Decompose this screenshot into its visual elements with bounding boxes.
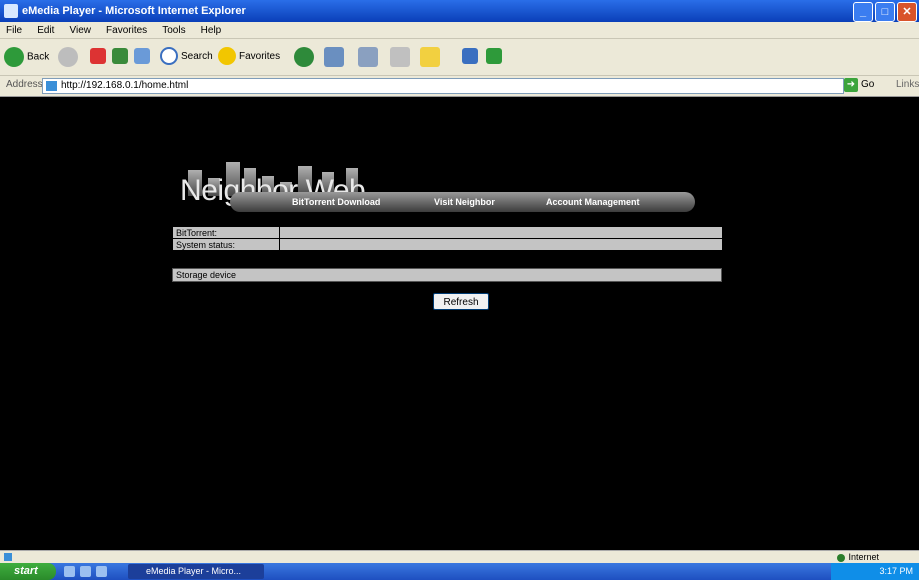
show-desktop-icon[interactable] bbox=[64, 566, 75, 577]
nav-bittorrent-download[interactable]: BitTorrent Download bbox=[292, 192, 380, 212]
menu-file[interactable]: File bbox=[6, 25, 22, 36]
refresh-page-button[interactable] bbox=[112, 47, 131, 67]
folder-icon bbox=[420, 47, 440, 67]
media-icon bbox=[462, 48, 478, 65]
ie-icon bbox=[4, 4, 18, 18]
folder-button[interactable] bbox=[420, 47, 443, 67]
stop-button[interactable] bbox=[90, 47, 109, 67]
back-arrow-icon bbox=[4, 47, 24, 67]
ie-quicklaunch-icon[interactable] bbox=[80, 566, 91, 577]
clock: 3:17 PM bbox=[879, 566, 913, 576]
taskbar-app-button[interactable]: eMedia Player - Micro... bbox=[128, 564, 264, 579]
media-button[interactable] bbox=[462, 47, 481, 67]
maximize-button[interactable]: □ bbox=[875, 2, 895, 22]
address-bar: Address http://192.168.0.1/home.html ➜ Go… bbox=[0, 76, 919, 97]
forward-button[interactable] bbox=[58, 47, 81, 67]
window-title-bar[interactable]: eMedia Player - Microsoft Internet Explo… bbox=[0, 0, 919, 22]
home-icon bbox=[134, 48, 150, 65]
refresh-button[interactable]: Refresh bbox=[433, 293, 489, 310]
search-button[interactable]: Search bbox=[160, 47, 213, 67]
quick-launch bbox=[64, 566, 107, 577]
history-button[interactable] bbox=[294, 47, 317, 67]
page-content: Neighbor Web BitTorrent Download Visit N… bbox=[8, 97, 911, 546]
messenger-button[interactable] bbox=[486, 47, 505, 67]
system-status-label: System status: bbox=[172, 238, 280, 251]
close-button[interactable]: ✕ bbox=[897, 2, 917, 22]
address-input[interactable]: http://192.168.0.1/home.html bbox=[42, 78, 844, 94]
print-icon bbox=[358, 47, 378, 67]
status-bar: Internet bbox=[0, 550, 919, 563]
mail-button[interactable] bbox=[324, 47, 347, 67]
menu-view[interactable]: View bbox=[69, 25, 91, 36]
stop-icon bbox=[90, 48, 106, 65]
page-icon bbox=[46, 81, 57, 91]
bittorrent-value bbox=[279, 226, 723, 239]
menu-bar: File Edit View Favorites Tools Help bbox=[0, 22, 919, 39]
search-icon bbox=[160, 47, 178, 66]
nav-visit-neighbor[interactable]: Visit Neighbor bbox=[434, 192, 495, 212]
security-zone: Internet bbox=[837, 551, 879, 563]
main-nav: BitTorrent Download Visit Neighbor Accou… bbox=[230, 192, 695, 212]
edit-icon bbox=[390, 47, 410, 67]
address-url: http://192.168.0.1/home.html bbox=[61, 80, 189, 91]
media-quicklaunch-icon[interactable] bbox=[96, 566, 107, 577]
minimize-button[interactable]: _ bbox=[853, 2, 873, 22]
internet-zone-icon bbox=[837, 553, 846, 562]
browser-toolbar: Back Search Favorites bbox=[0, 39, 919, 76]
go-button[interactable]: ➜ Go bbox=[844, 78, 874, 92]
go-arrow-icon: ➜ bbox=[844, 78, 858, 92]
menu-help[interactable]: Help bbox=[201, 25, 222, 36]
mail-icon bbox=[324, 47, 344, 67]
storage-device-row: Storage device bbox=[172, 268, 722, 282]
table-row: System status: bbox=[172, 238, 723, 251]
menu-tools[interactable]: Tools bbox=[162, 25, 185, 36]
history-icon bbox=[294, 47, 314, 67]
links-button[interactable]: Links bbox=[896, 79, 919, 90]
taskbar: start eMedia Player - Micro... 3:17 PM bbox=[0, 563, 919, 580]
start-button[interactable]: start bbox=[0, 563, 56, 580]
table-row: BitTorrent: bbox=[172, 226, 723, 239]
messenger-icon bbox=[486, 48, 502, 65]
favorites-button[interactable]: Favorites bbox=[218, 47, 280, 67]
bittorrent-label: BitTorrent: bbox=[172, 226, 280, 239]
menu-edit[interactable]: Edit bbox=[37, 25, 54, 36]
page-status-icon bbox=[4, 553, 12, 561]
address-label: Address bbox=[6, 79, 43, 90]
star-icon bbox=[218, 47, 236, 66]
print-button[interactable] bbox=[358, 47, 381, 67]
nav-account-management[interactable]: Account Management bbox=[546, 192, 640, 212]
forward-arrow-icon bbox=[58, 47, 78, 67]
system-status-value bbox=[279, 238, 723, 251]
edit-button[interactable] bbox=[390, 47, 413, 67]
home-button[interactable] bbox=[134, 47, 153, 67]
refresh-icon bbox=[112, 48, 128, 65]
system-tray: 3:17 PM bbox=[831, 563, 919, 580]
window-title: eMedia Player - Microsoft Internet Explo… bbox=[22, 5, 246, 17]
status-table: BitTorrent: System status: bbox=[172, 226, 723, 251]
menu-favorites[interactable]: Favorites bbox=[106, 25, 147, 36]
back-button[interactable]: Back bbox=[4, 47, 49, 67]
